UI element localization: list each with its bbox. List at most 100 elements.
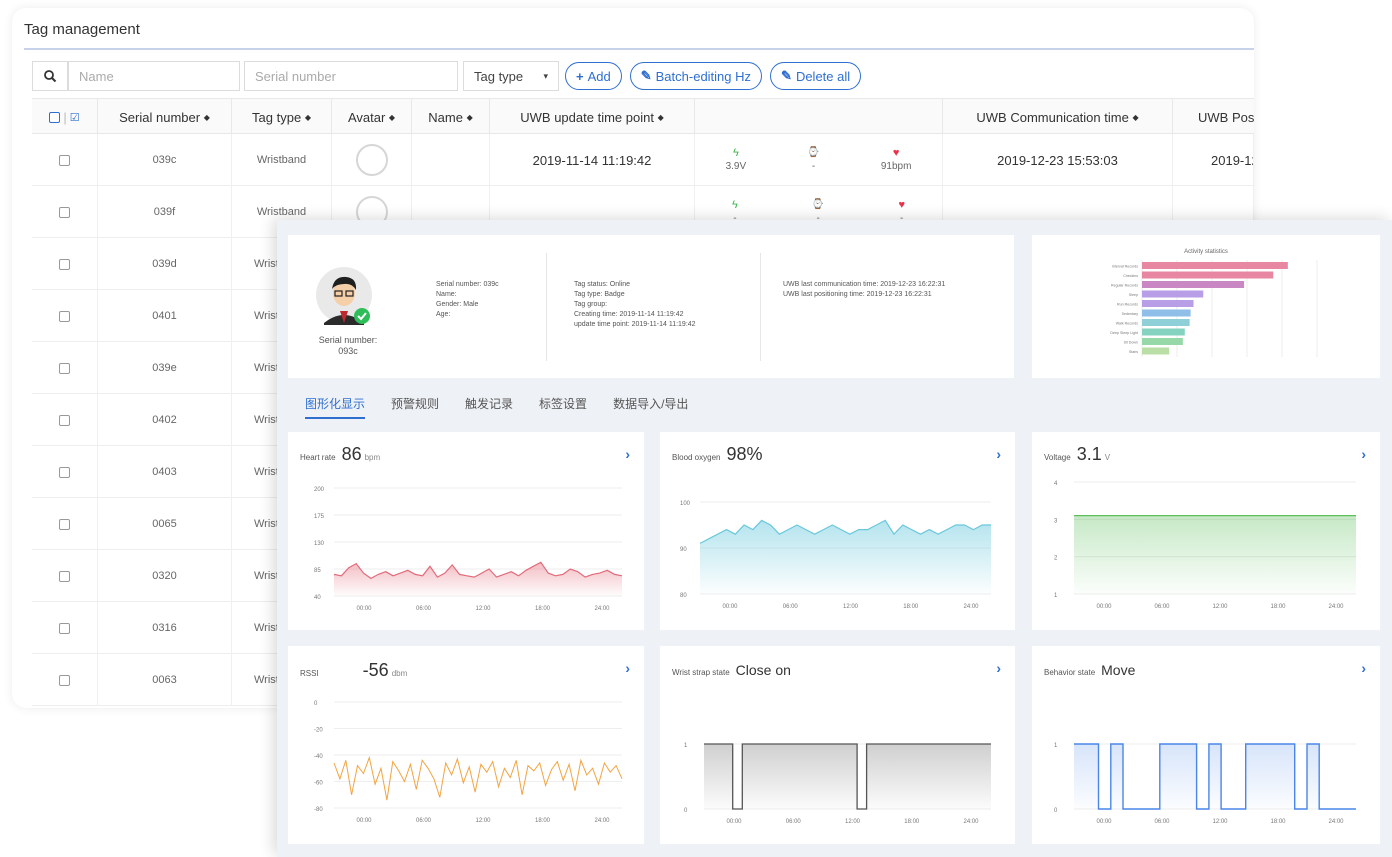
name-search-input[interactable]: Name — [68, 61, 240, 91]
row-select-cell[interactable] — [32, 602, 98, 654]
serial-cell: 0316 — [98, 602, 232, 654]
serial-cell: 039e — [98, 342, 232, 394]
row-checkbox[interactable] — [59, 154, 70, 166]
x-tick-label: 06:00 — [416, 818, 432, 824]
chevron-right-icon[interactable]: › — [996, 660, 1001, 676]
avatar — [355, 144, 388, 176]
chevron-right-icon[interactable]: › — [1361, 660, 1366, 676]
x-tick-label: 24:00 — [1328, 604, 1344, 610]
row-select-cell[interactable] — [32, 498, 98, 550]
tag-type-select[interactable]: Tag type ▾ — [463, 61, 559, 91]
row-checkbox[interactable] — [59, 674, 70, 686]
update-time-value: 2019-11-14 11:19:42 — [532, 152, 652, 168]
col-uwb-pos-label: UWB Posit — [1198, 109, 1254, 125]
delete-all-button[interactable]: ✎ Delete all — [770, 62, 862, 90]
row-checkbox[interactable] — [59, 518, 70, 530]
row-checkbox[interactable] — [59, 414, 70, 426]
select-all-header[interactable]: | ☑ — [32, 99, 98, 135]
row-select-cell[interactable] — [32, 238, 98, 290]
pos-time-value: 2019-12- — [1211, 152, 1253, 168]
col-tag-type[interactable]: Tag type ◆ — [232, 99, 332, 135]
row-checkbox[interactable] — [59, 310, 70, 322]
batch-edit-button[interactable]: ✎ Batch-editing Hz — [629, 62, 763, 90]
y-tick-label: 80 — [680, 593, 687, 599]
x-tick-label: 00:00 — [1096, 604, 1112, 610]
col-uwb-pos[interactable]: UWB Posit — [1173, 99, 1254, 135]
voltage-card: 4 3 2 1 00:00 06:00 12:00 18:00 24:00 Voltage 3.1… — [1032, 432, 1380, 630]
row-checkbox[interactable] — [59, 622, 70, 634]
heart-rate-label: Heart rate — [300, 453, 336, 462]
dropdown-arrow-icon: ▾ — [543, 70, 548, 81]
bar — [1142, 262, 1288, 269]
row-select-cell[interactable] — [32, 654, 98, 706]
tab-tag-settings[interactable]: 标签设置 — [539, 395, 587, 419]
x-tick-label: 00:00 — [1096, 819, 1112, 825]
col-serial-label: Serial number — [119, 109, 201, 125]
tab-trigger-records[interactable]: 触发记录 — [465, 395, 513, 419]
bar — [1142, 309, 1191, 317]
col-uwb-update[interactable]: UWB update time point ◆ — [490, 99, 695, 135]
search-button[interactable] — [32, 61, 68, 91]
category-label: Stairs — [1129, 350, 1138, 354]
category-label: Sleep — [1129, 293, 1138, 297]
row-select-cell[interactable] — [32, 550, 98, 602]
bar — [1142, 319, 1190, 326]
mini-chart-title: Activity statistics — [1184, 249, 1228, 255]
chevron-right-icon[interactable]: › — [625, 446, 630, 462]
tab-alert-rules[interactable]: 预警规则 — [391, 395, 439, 419]
tab-graphical[interactable]: 图形化显示 — [305, 395, 366, 419]
y-tick-label: 1 — [1054, 593, 1058, 599]
x-tick-label: 12:00 — [1212, 819, 1228, 825]
x-tick-label: 06:00 — [786, 819, 802, 825]
row-select-cell[interactable] — [32, 134, 98, 186]
chevron-right-icon[interactable]: › — [625, 660, 630, 676]
category-label: Run Records — [1117, 303, 1138, 307]
row-checkbox[interactable] — [59, 362, 70, 374]
search-icon — [44, 70, 57, 83]
row-checkbox[interactable] — [59, 206, 70, 218]
col-serial[interactable]: Serial number ◆ — [98, 99, 232, 135]
row-select-cell[interactable] — [32, 186, 98, 238]
x-tick-label: 00:00 — [356, 606, 372, 612]
serial-value: 039d — [152, 258, 177, 270]
sort-icon: ◆ — [203, 112, 210, 122]
voltage-title: Voltage 3.1 V — [1044, 444, 1110, 465]
avatar — [316, 267, 372, 325]
col-uwb-comm[interactable]: UWB Communication time ◆ — [943, 99, 1173, 135]
check-icon: ☑ — [69, 111, 80, 124]
tab-import-export[interactable]: 数据导入/导出 — [613, 395, 688, 419]
serial-cell: 0403 — [98, 446, 232, 498]
bar — [1142, 271, 1274, 279]
row-select-cell[interactable] — [32, 394, 98, 446]
heart-indicator: ♥ 91bpm — [881, 146, 912, 174]
x-tick-label: 18:00 — [1270, 819, 1286, 825]
add-button[interactable]: + Add — [565, 62, 622, 90]
row-checkbox[interactable] — [59, 258, 70, 270]
row-select-cell[interactable] — [32, 446, 98, 498]
edit-icon: ✎ — [640, 68, 652, 83]
comm-time-value: 2019-12-23 15:53:03 — [997, 152, 1118, 168]
col-avatar[interactable]: Avatar ◆ — [332, 99, 412, 135]
x-tick-label: 06:00 — [416, 606, 432, 612]
col-vitals — [695, 99, 943, 135]
bar — [1142, 328, 1185, 336]
serial-value: 0320 — [152, 570, 177, 582]
toolbar: Name Serial number Tag type ▾ + Add ✎ Batc… — [32, 61, 862, 91]
x-tick-label: 12:00 — [1212, 604, 1228, 610]
row-checkbox[interactable] — [59, 466, 70, 478]
chevron-right-icon[interactable]: › — [1361, 446, 1366, 462]
table-row[interactable]: 039c Wristband 2019-11-14 11:19:42 ϟ 3.9V ⌚ - ♥… — [32, 134, 1254, 186]
row-select-cell[interactable] — [32, 290, 98, 342]
select-all-checkbox[interactable] — [49, 111, 61, 123]
col-name[interactable]: Name ◆ — [412, 99, 490, 135]
chevron-right-icon[interactable]: › — [996, 446, 1001, 462]
y-tick-label: -40 — [314, 754, 323, 760]
x-tick-label: 12:00 — [845, 819, 861, 825]
serial-caption-block: Serial number: 093c — [308, 335, 388, 357]
x-tick-label: 18:00 — [904, 819, 920, 825]
y-tick-label: 130 — [314, 541, 325, 547]
row-checkbox[interactable] — [59, 570, 70, 582]
row-select-cell[interactable] — [32, 342, 98, 394]
serial-search-input[interactable]: Serial number — [244, 61, 458, 91]
serial-cell: 039f — [98, 186, 232, 238]
